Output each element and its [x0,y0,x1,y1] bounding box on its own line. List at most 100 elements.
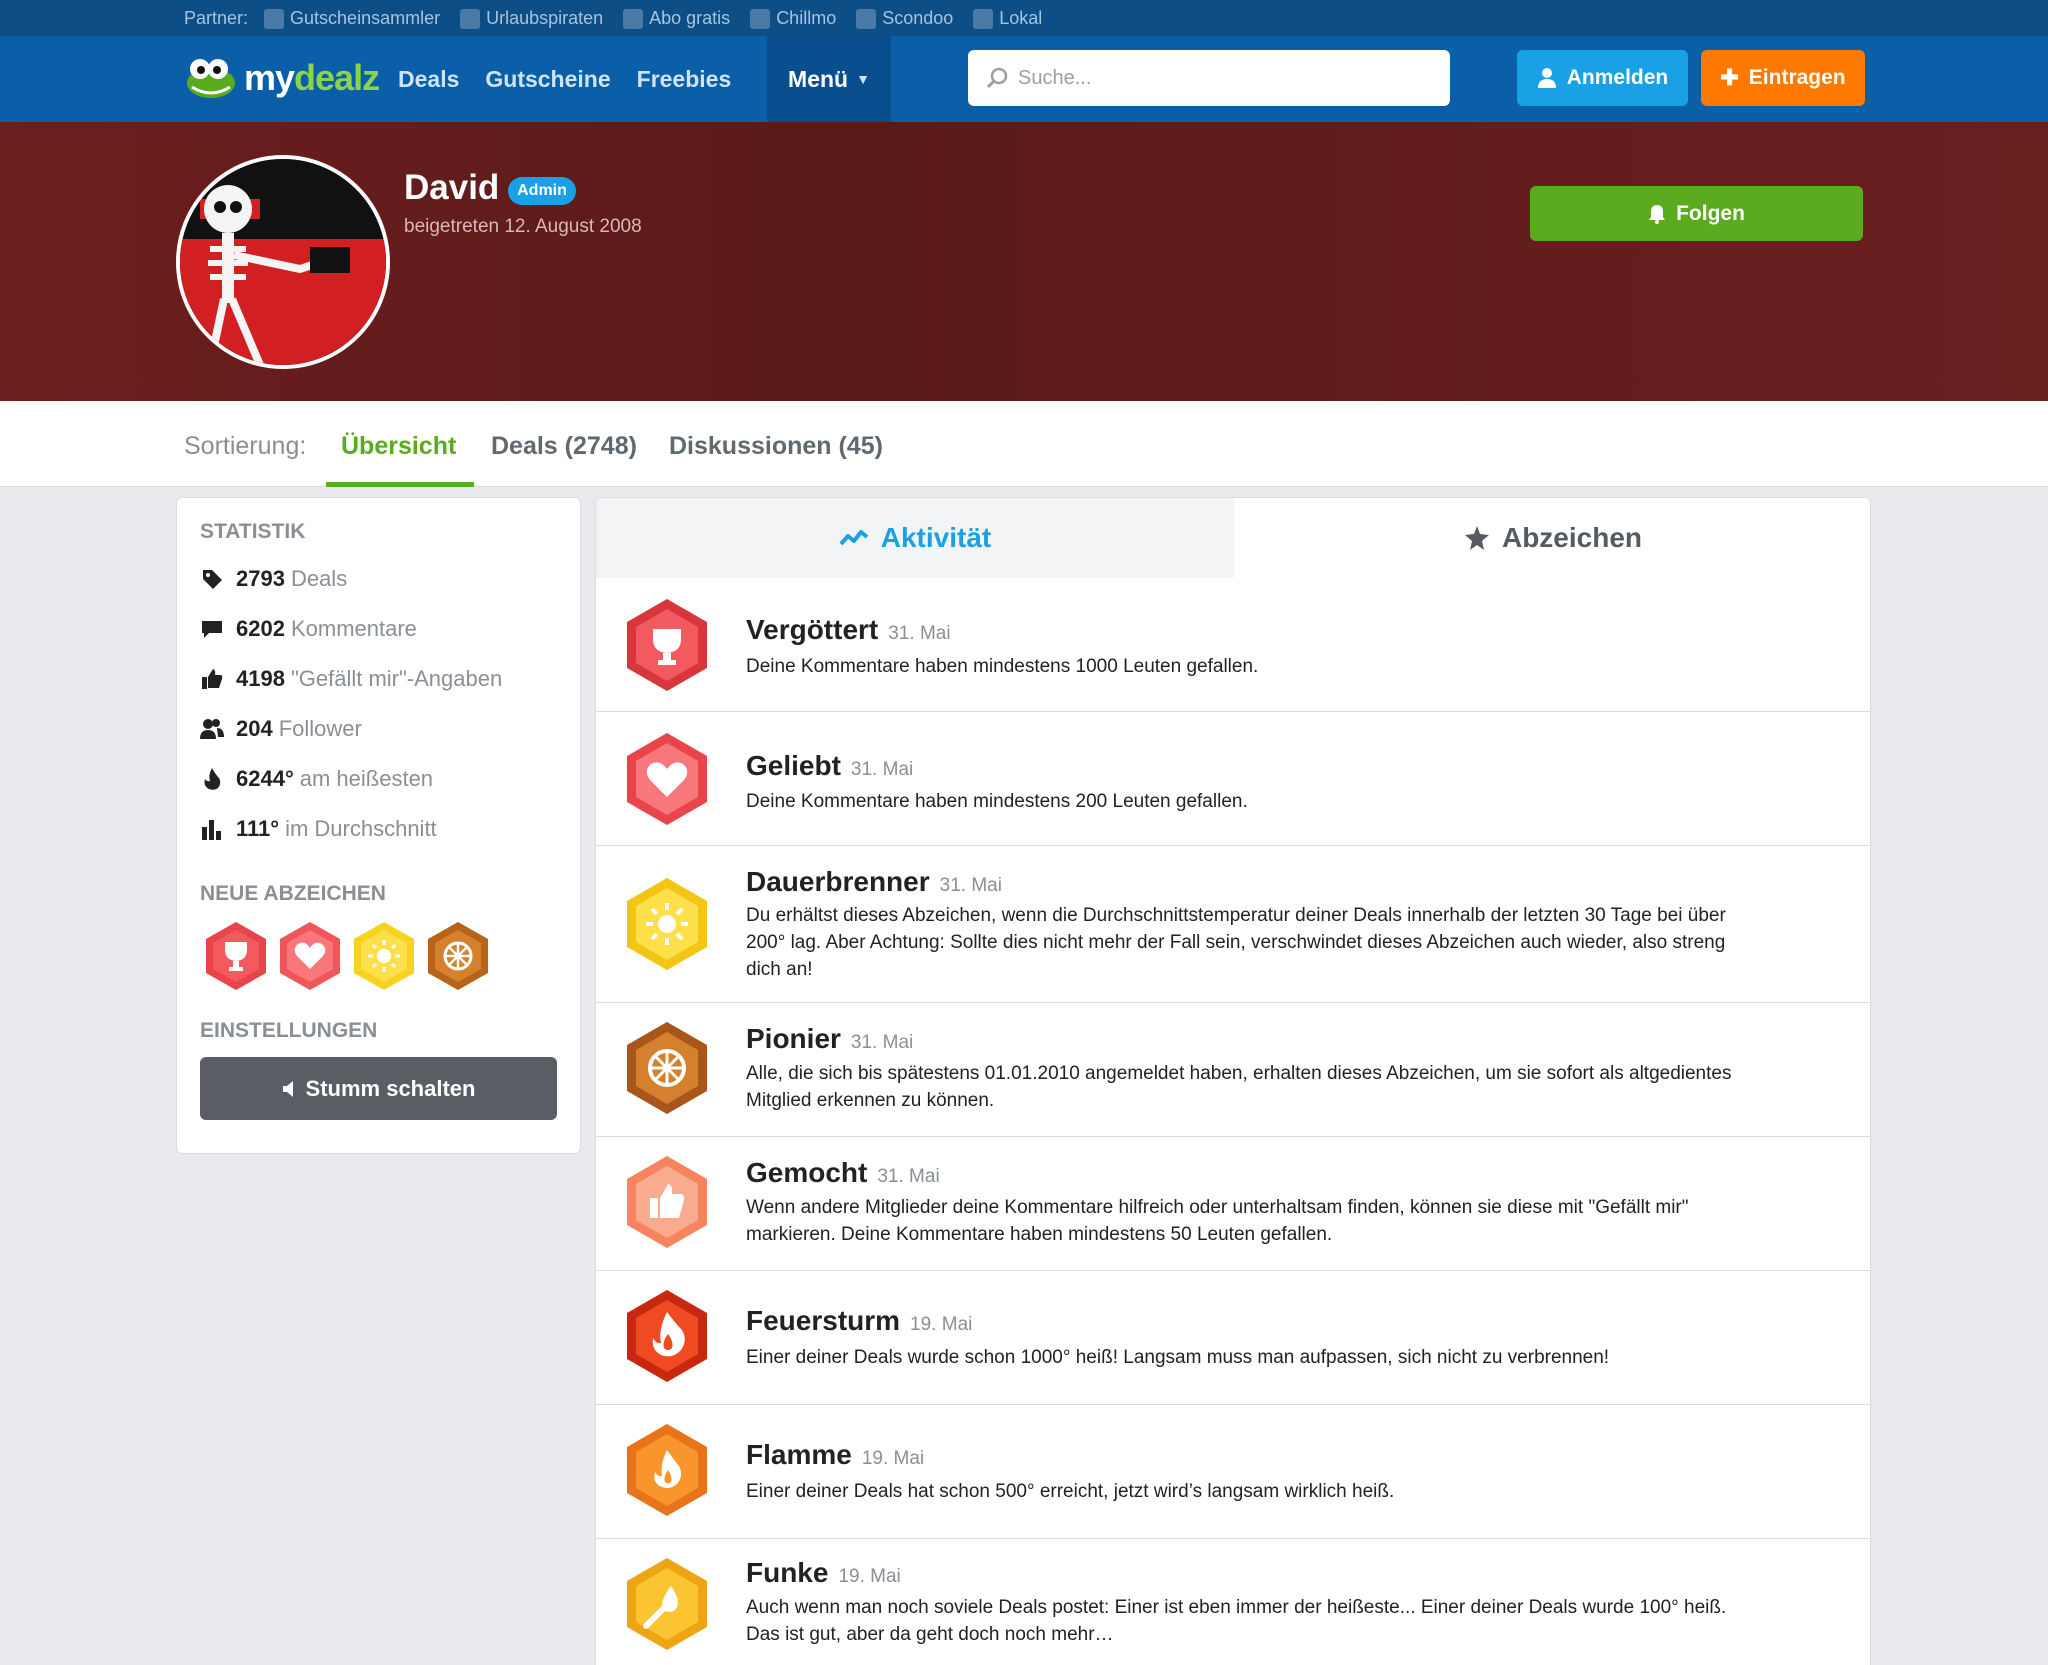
abo-gratis-icon [623,8,644,29]
partner-bar: Partner: Gutscheinsammler Urlaubspiraten… [0,0,2048,36]
activity-date: 31. Mai [850,759,914,780]
avatar [176,155,390,369]
main-nav: Deals Gutscheine Freebies [398,36,757,122]
user-icon [1537,68,1556,88]
stat-likes: 4198 "Gefällt mir"-Angaben [200,666,502,692]
tab-activity-label: Aktivität [880,522,992,553]
partner-link-label: Lokal [999,8,1043,28]
stat-value: 6202 [236,616,285,641]
search-input[interactable]: Suche... [1018,67,1091,90]
activity-item: Dauerbrenner 31. Mai Du erhältst dieses A… [596,846,1870,1003]
logo[interactable]: mydealz [184,54,380,102]
follow-button-label: Folgen [1676,201,1745,225]
activity-title-text: Geliebt [746,750,841,781]
nav-menu-label: Menü [788,65,849,92]
scondoo-icon [856,8,877,29]
activity-description: Auch wenn man noch soviele Deals postet:… [746,1597,1727,1645]
activity-icon [839,530,869,546]
tab-badges[interactable]: Abzeichen [1234,498,1870,578]
activity-date: 19. Mai [861,1448,925,1469]
match-icon [627,1558,707,1650]
tab-deals[interactable]: Deals (2748) [491,432,637,461]
bell-icon [1649,204,1666,224]
activity-title-text: Funke [746,1557,829,1588]
nav-deals[interactable]: Deals [398,66,459,93]
activity-title-text: Pionier [746,1023,841,1054]
partner-link-scondoo[interactable]: Scondoo [856,8,953,29]
activity-description: Wenn andere Mitglieder deine Kommentare … [746,1197,1689,1245]
nav-freebies[interactable]: Freebies [637,66,732,93]
activity-title: Pionier 31. Mai [746,1023,913,1055]
activity-title: Dauerbrenner 31. Mai [746,866,1002,898]
joined-date: beigetreten 12. August 2008 [404,216,642,237]
flame-icon [200,767,224,791]
tab-discussions[interactable]: Diskussionen (45) [669,432,883,461]
logo-text-my: my [244,57,295,98]
stat-label: Kommentare [290,616,417,641]
activity-title-text: Gemocht [746,1157,868,1188]
activity-item: Vergöttert 31. Mai Deine Kommentare haben… [596,578,1870,712]
stat-comments: 6202 Kommentare [200,616,417,642]
login-button[interactable]: Anmelden [1517,50,1688,106]
nav-gutscheine[interactable]: Gutscheine [485,66,610,93]
follow-button[interactable]: Folgen [1530,186,1863,241]
heart-icon [627,733,707,825]
activity-description: Einer deiner Deals wurde schon 1000° hei… [746,1347,1610,1368]
sun-badge-icon[interactable] [351,920,417,992]
skeleton-avatar-image [180,159,386,365]
new-badges-list [203,920,499,992]
logo-text-dealz: dealz [294,57,380,98]
panel-tabs: Aktivität Abzeichen [596,498,1870,578]
site-header: mydealz Deals Gutscheine Freebies Menü ▼… [0,36,2048,122]
chillmo-icon [750,8,771,29]
crocodile-logo-icon [187,59,235,98]
comment-icon [200,617,224,641]
speaker-icon [282,1080,293,1097]
star-icon [1464,526,1489,550]
search-box[interactable]: Suche... [968,50,1450,106]
post-button-label: Eintragen [1748,66,1846,89]
activity-title: Vergöttert 31. Mai [746,614,951,646]
nav-menu[interactable]: Menü ▼ [767,36,891,122]
wheel-badge-icon[interactable] [425,920,491,992]
activity-description: Du erhältst dieses Abzeichen, wenn die D… [746,905,1726,980]
partner-link-label: Urlaubspiraten [486,8,604,28]
heart-badge-icon[interactable] [277,920,343,992]
post-deal-button[interactable]: ✚ Eintragen [1701,50,1865,106]
thumbs-up-icon [200,667,224,691]
activity-title: Feuersturm 19. Mai [746,1305,972,1337]
flame-icon [627,1424,707,1516]
partner-link-chillmo[interactable]: Chillmo [750,8,836,29]
partner-link-label: Chillmo [776,8,837,28]
partner-link-label: Abo gratis [649,8,731,28]
partner-link-abo-gratis[interactable]: Abo gratis [623,8,730,29]
gutscheinsammler-icon [264,8,285,29]
partner-link-label: Scondoo [882,8,954,28]
search-icon [986,67,1008,89]
trophy-badge-icon[interactable] [203,920,269,992]
mute-button-label: Stumm schalten [305,1075,476,1101]
tab-activity[interactable]: Aktivität [596,498,1234,578]
activity-description: Alle, die sich bis spätestens 01.01.2010… [746,1063,1732,1111]
trophy-icon [627,599,707,691]
logo-text: mydealz [244,57,380,99]
mute-button[interactable]: Stumm schalten [200,1057,557,1120]
stats-heading: STATISTIK [200,520,306,543]
stat-value: 6244° [236,766,294,791]
plus-icon: ✚ [1720,65,1739,90]
activity-description: Deine Kommentare haben mindestens 200 Le… [746,791,1248,812]
tag-icon [200,567,224,591]
partner-link-urlaubspiraten[interactable]: Urlaubspiraten [460,8,603,29]
urlaubspiraten-icon [460,8,481,29]
partner-link-label: Gutscheinsammler [290,8,441,28]
activity-title: Flamme 19. Mai [746,1439,924,1471]
partner-link-lokal[interactable]: Lokal [973,8,1042,29]
activity-panel: Aktivität Abzeichen Vergöttert 31. Mai De… [595,497,1871,1665]
partner-label: Partner: [184,8,249,28]
firestorm-icon [627,1290,707,1382]
caret-down-icon: ▼ [856,71,870,87]
tab-overview[interactable]: Übersicht [341,432,456,461]
partner-link-gutscheinsammler[interactable]: Gutscheinsammler [264,8,440,29]
stat-label: "Gefällt mir"-Angaben [290,666,503,691]
stat-label: Deals [290,566,348,591]
